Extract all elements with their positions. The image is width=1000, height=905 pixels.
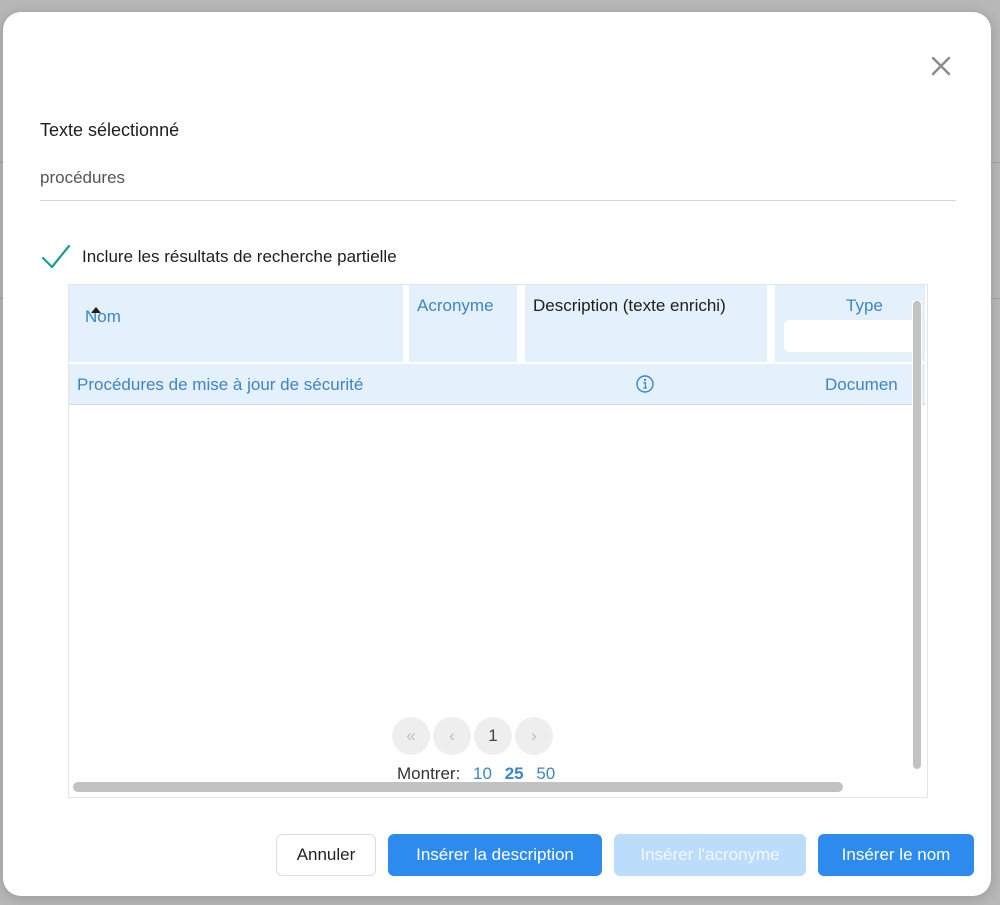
selected-text-underline [40, 200, 956, 201]
cancel-button[interactable]: Annuler [276, 834, 376, 876]
column-header-type-label: Type [846, 296, 883, 315]
insert-name-button[interactable]: Insérer le nom [818, 834, 974, 876]
selected-text-label: Texte sélectionné [40, 120, 180, 140]
sort-ascending-icon [91, 307, 101, 313]
horizontal-scroll-thumb[interactable] [73, 782, 843, 792]
column-header-type[interactable]: Type [775, 285, 925, 362]
first-page-button[interactable]: « [392, 717, 430, 755]
vertical-scroll-thumb[interactable] [913, 301, 921, 769]
partial-search-label: Inclure les résultats de recherche parti… [82, 247, 397, 266]
page-size-option-50[interactable]: 50 [536, 764, 555, 783]
selected-text-value: procédures [40, 168, 126, 187]
insert-description-button[interactable]: Insérer la description [388, 834, 602, 876]
close-button[interactable] [927, 52, 955, 80]
current-page[interactable]: 1 [474, 717, 512, 755]
results-grid: Nom Acronyme Description (texte enrichi)… [68, 284, 928, 798]
page-size-label: Montrer: [397, 764, 461, 783]
insert-acronym-button[interactable]: Insérer l'acronyme [614, 834, 806, 876]
pagination: « ‹ 1 › [392, 717, 556, 755]
column-header-acronym-label: Acronyme [417, 296, 494, 315]
page-size-option-10[interactable]: 10 [473, 764, 492, 783]
checkmark-icon [41, 244, 71, 269]
page-size-option-25[interactable]: 25 [505, 764, 524, 783]
next-page-button[interactable]: › [515, 717, 553, 755]
partial-search-toggle[interactable]: Inclure les résultats de recherche parti… [40, 240, 397, 274]
row-type: Documen [825, 375, 898, 394]
vertical-scrollbar[interactable] [912, 301, 922, 769]
page-size-selector: Montrer: 10 25 50 [397, 764, 555, 784]
column-header-description: Description (texte enrichi) [525, 285, 767, 362]
type-filter-input[interactable] [783, 319, 923, 353]
glossary-insert-dialog: Texte sélectionné procédures Inclure les… [3, 12, 991, 896]
info-circle-icon[interactable] [635, 374, 655, 394]
column-header-acronym[interactable]: Acronyme [409, 285, 517, 362]
table-row[interactable]: Procédures de mise à jour de sécurité Do… [69, 364, 925, 405]
close-icon [931, 56, 951, 76]
column-header-name[interactable]: Nom [69, 285, 403, 362]
previous-page-button[interactable]: ‹ [433, 717, 471, 755]
row-name-link[interactable]: Procédures de mise à jour de sécurité [77, 375, 363, 395]
column-header-description-label: Description (texte enrichi) [533, 296, 726, 315]
